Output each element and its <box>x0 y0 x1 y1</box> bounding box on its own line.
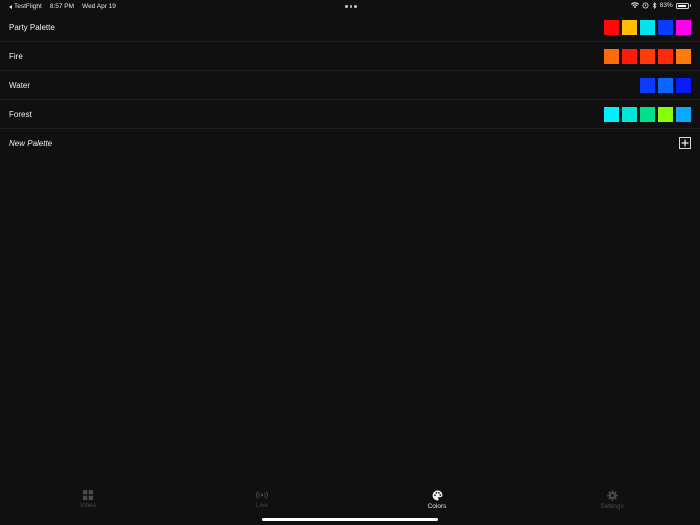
new-palette-label: New Palette <box>9 138 53 148</box>
battery-fill <box>677 4 686 7</box>
color-swatch <box>604 19 619 35</box>
back-arrow-icon <box>9 4 12 9</box>
tab-label: Colors <box>427 503 447 510</box>
plus-icon <box>681 139 689 147</box>
color-swatch <box>676 106 691 122</box>
multitasking-dots-icon[interactable] <box>345 5 357 8</box>
back-to-app-link[interactable]: TestFlight <box>9 3 42 10</box>
tab-colors[interactable]: Colors <box>407 490 467 510</box>
palette-swatches <box>604 106 691 122</box>
color-swatch <box>622 106 637 122</box>
color-swatch <box>676 77 691 93</box>
tab-settings[interactable]: Settings <box>582 490 642 510</box>
color-swatch <box>640 19 655 35</box>
palette-name: Water <box>9 80 31 90</box>
battery-icon <box>675 2 689 9</box>
screen: TestFlight 8:57 PM Wed Apr 19 83% Party … <box>0 0 700 525</box>
color-swatch <box>658 106 673 122</box>
palette-row[interactable]: Fire <box>0 42 700 71</box>
gear-icon <box>606 490 618 501</box>
tab-bar: Vibes Live Colors Settings <box>0 485 700 525</box>
color-swatch <box>676 19 691 35</box>
palette-swatches <box>604 48 691 64</box>
back-app-label: TestFlight <box>14 3 42 10</box>
color-swatch <box>658 48 673 64</box>
color-swatch <box>658 19 673 35</box>
battery-percent: 83% <box>659 2 673 9</box>
add-palette-button[interactable] <box>679 137 691 149</box>
palette-name: Forest <box>9 109 32 119</box>
status-right: 83% <box>630 2 691 9</box>
palette-swatches <box>604 19 691 35</box>
palette-row[interactable]: Forest <box>0 100 700 129</box>
color-swatch <box>604 48 619 64</box>
tab-label: Vibes <box>79 502 97 509</box>
location-lock-icon <box>642 2 649 9</box>
wifi-icon <box>630 2 639 9</box>
color-swatch <box>604 106 619 122</box>
tab-label: Settings <box>600 503 624 510</box>
status-time: 8:57 PM <box>49 3 75 10</box>
color-swatch <box>640 48 655 64</box>
color-swatch <box>622 19 637 35</box>
palette-row[interactable]: Water <box>0 71 700 100</box>
palette-list: Party Palette Fire Water Forest New Palette <box>0 13 700 157</box>
new-palette-row[interactable]: New Palette <box>0 129 700 157</box>
palette-icon <box>432 490 442 501</box>
tab-live[interactable]: Live <box>232 490 292 509</box>
status-left: TestFlight 8:57 PM Wed Apr 19 <box>9 3 116 10</box>
broadcast-icon <box>256 490 268 500</box>
tab-label: Live <box>256 502 268 509</box>
status-date: Wed Apr 19 <box>82 3 116 10</box>
home-indicator[interactable] <box>262 518 438 521</box>
battery-tip <box>689 4 691 7</box>
palette-name: Fire <box>9 51 23 61</box>
bluetooth-icon <box>652 2 657 9</box>
palette-row[interactable]: Party Palette <box>0 13 700 42</box>
color-swatch <box>640 106 655 122</box>
palette-swatches <box>640 77 691 93</box>
palette-name: Party Palette <box>9 22 55 32</box>
color-swatch <box>622 48 637 64</box>
grid-icon <box>83 490 93 500</box>
color-swatch <box>658 77 673 93</box>
color-swatch <box>676 48 691 64</box>
tab-vibes[interactable]: Vibes <box>58 490 118 509</box>
color-swatch <box>640 77 655 93</box>
status-bar: TestFlight 8:57 PM Wed Apr 19 83% <box>0 0 700 13</box>
